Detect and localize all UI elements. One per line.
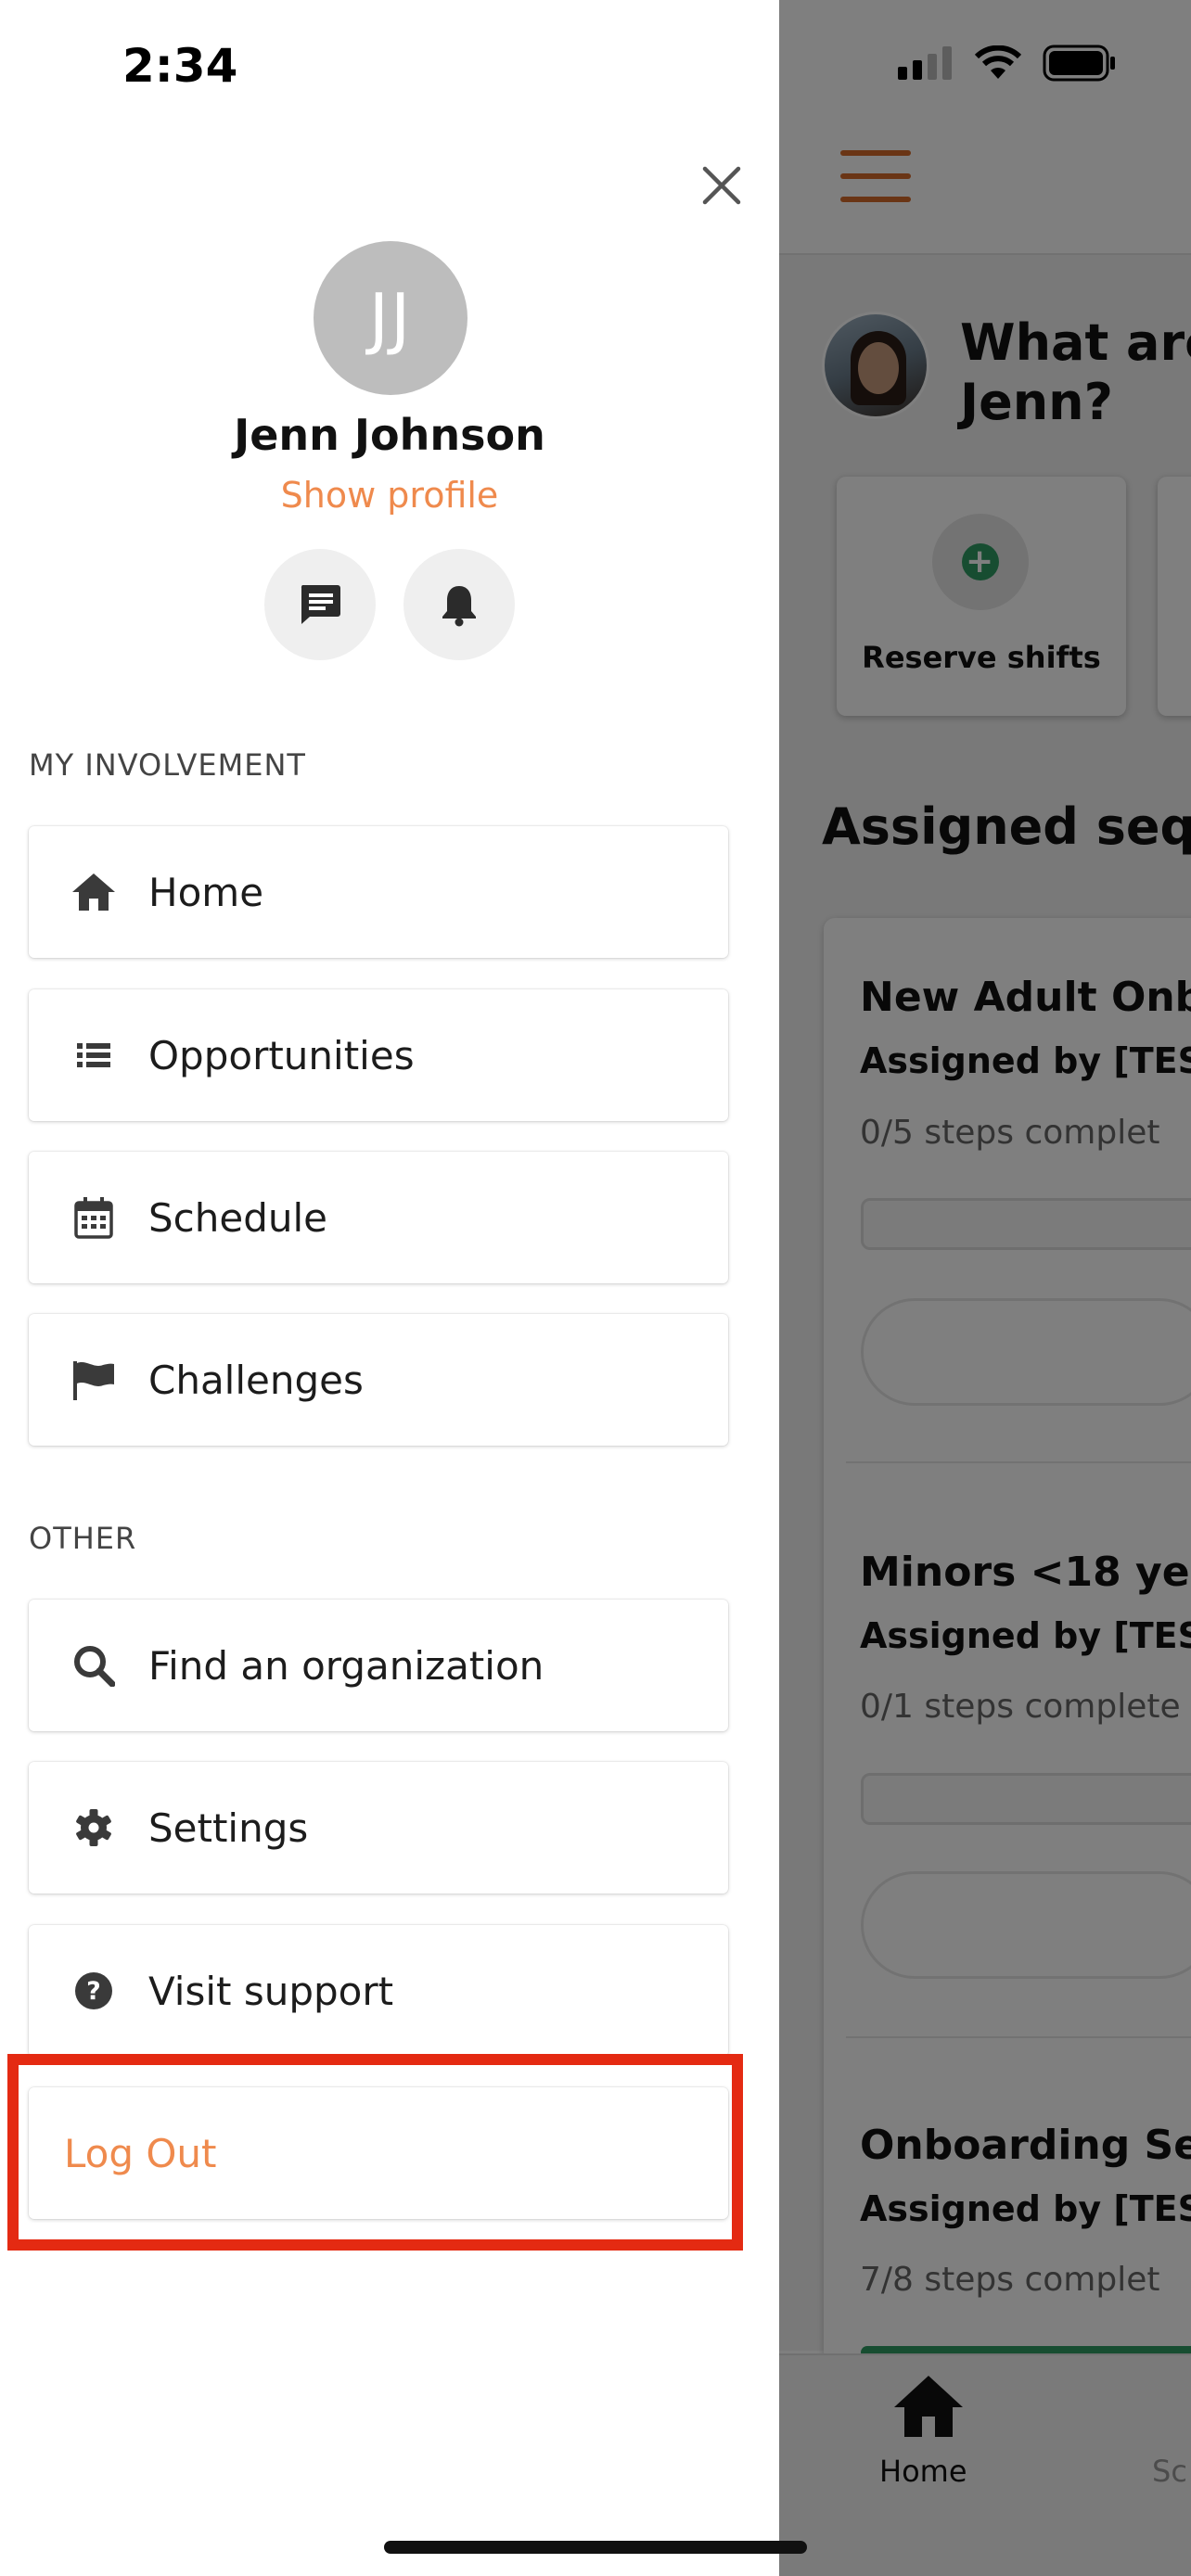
menu-item-label: Schedule [148, 1194, 327, 1241]
menu-item-opportunities[interactable]: Opportunities [29, 989, 728, 1121]
menu-item-label: Visit support [148, 1968, 394, 2014]
help-icon: ? [64, 1970, 123, 2011]
home-indicator [384, 2541, 807, 2554]
close-icon[interactable] [698, 161, 746, 210]
menu-item-label: Settings [148, 1804, 309, 1851]
menu-item-find-organization[interactable]: Find an organization [29, 1600, 728, 1731]
status-time: 2:34 [122, 39, 238, 93]
highlight-annotation [7, 2054, 743, 2251]
menu-item-label: Opportunities [148, 1032, 415, 1078]
search-icon [64, 1644, 123, 1687]
menu-item-challenges[interactable]: Challenges [29, 1314, 728, 1446]
menu-item-label: Challenges [148, 1357, 364, 1403]
chat-icon [301, 585, 340, 624]
messages-button[interactable] [264, 549, 376, 660]
menu-item-home[interactable]: Home [29, 826, 728, 958]
menu-item-visit-support[interactable]: ? Visit support [29, 1925, 728, 2057]
show-profile-link[interactable]: Show profile [0, 475, 779, 516]
avatar[interactable]: JJ [314, 241, 467, 395]
gear-icon [64, 1807, 123, 1848]
flag-icon [64, 1359, 123, 1400]
notifications-button[interactable] [403, 549, 515, 660]
list-icon [64, 1041, 123, 1069]
menu-item-label: Home [148, 869, 264, 915]
menu-item-label: Find an organization [148, 1642, 544, 1689]
avatar-initials: JJ [368, 279, 413, 357]
menu-item-settings[interactable]: Settings [29, 1762, 728, 1894]
calendar-icon [64, 1196, 123, 1239]
svg-text:?: ? [86, 1977, 101, 2006]
bell-icon [442, 586, 476, 627]
user-name: Jenn Johnson [234, 410, 545, 460]
section-other: OTHER [29, 1521, 137, 1556]
menu-item-schedule[interactable]: Schedule [29, 1152, 728, 1283]
section-my-involvement: MY INVOLVEMENT [29, 747, 306, 783]
home-icon [64, 872, 123, 912]
side-drawer: 2:34 JJ Jenn Johnson Show profile MY INV… [0, 0, 779, 2576]
